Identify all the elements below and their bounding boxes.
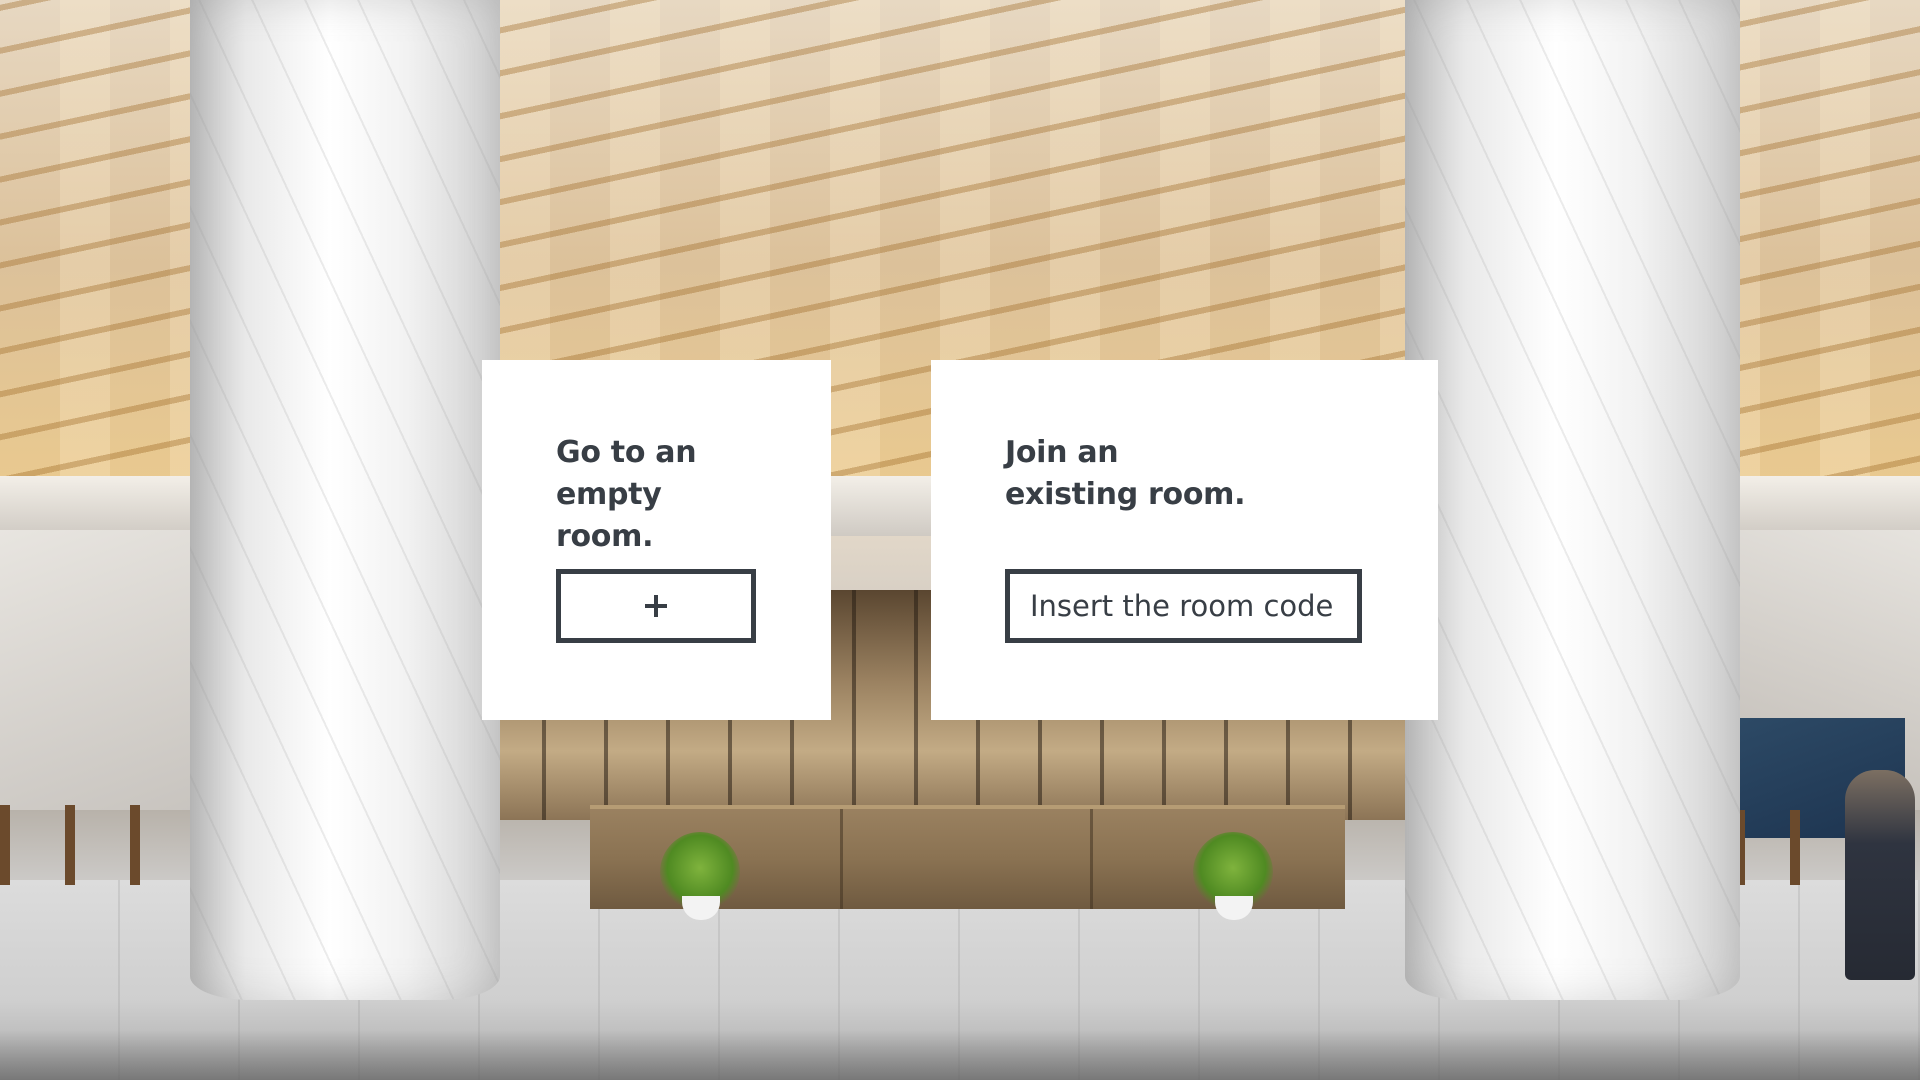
- turnstiles-left: [0, 805, 195, 885]
- empty-room-card: Go to an empty room.: [482, 360, 831, 720]
- floor-shadow: [0, 1030, 1920, 1080]
- join-room-title-line-1: Join an: [1005, 435, 1119, 470]
- empty-room-title-line-1: Go to an: [556, 435, 697, 470]
- join-room-card: Join an existing room.: [931, 360, 1438, 720]
- turnstiles-right: [1735, 810, 1855, 885]
- empty-room-title-line-2: empty room.: [556, 477, 662, 554]
- empty-room-title: Go to an empty room.: [556, 432, 757, 558]
- join-room-title: Join an existing room.: [1005, 432, 1364, 516]
- person-walking: [1845, 770, 1915, 980]
- lobby-background: Go to an empty room. Join an existing ro…: [0, 0, 1920, 1080]
- marble-side-wall-left: [0, 530, 200, 810]
- join-room-title-line-2: existing room.: [1005, 477, 1246, 512]
- create-room-button[interactable]: [556, 569, 756, 643]
- room-code-input[interactable]: [1005, 569, 1362, 643]
- marble-pillar-right: [1405, 0, 1740, 1000]
- plus-icon: [645, 595, 667, 617]
- marble-pillar-left: [190, 0, 500, 1000]
